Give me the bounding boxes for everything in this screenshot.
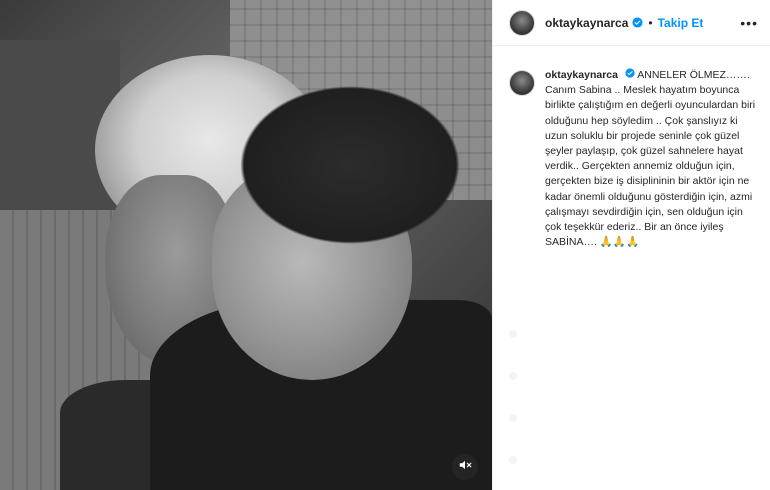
caption-comment: oktaykaynarca ANNELER ÖLMEZ……. Canım Sab… bbox=[493, 46, 770, 250]
caption-text-block: oktaykaynarca ANNELER ÖLMEZ……. Canım Sab… bbox=[545, 68, 758, 250]
loading-placeholder bbox=[509, 456, 517, 464]
post-header: oktaykaynarca • Takip Et ••• bbox=[493, 0, 770, 46]
follow-button[interactable]: Takip Et bbox=[658, 16, 704, 30]
caption-avatar[interactable] bbox=[509, 70, 535, 96]
man-hair bbox=[225, 75, 475, 255]
caption-text: ANNELER ÖLMEZ……. Canım Sabina .. Meslek … bbox=[545, 69, 756, 249]
loading-placeholder bbox=[509, 330, 517, 338]
verified-badge-icon bbox=[625, 68, 635, 78]
verified-badge-icon bbox=[632, 17, 643, 28]
separator-dot: • bbox=[648, 15, 653, 30]
post-sidebar: oktaykaynarca • Takip Et ••• oktaykaynar… bbox=[492, 0, 770, 490]
muted-speaker-icon bbox=[458, 458, 472, 477]
caption-username[interactable]: oktaykaynarca bbox=[545, 69, 618, 81]
loading-placeholder bbox=[509, 372, 517, 380]
loading-placeholder bbox=[509, 414, 517, 422]
post-media[interactable] bbox=[0, 0, 492, 490]
more-options-icon[interactable]: ••• bbox=[740, 15, 758, 31]
mute-button[interactable] bbox=[452, 454, 478, 480]
author-avatar[interactable] bbox=[509, 9, 535, 36]
author-username[interactable]: oktaykaynarca bbox=[545, 16, 628, 30]
